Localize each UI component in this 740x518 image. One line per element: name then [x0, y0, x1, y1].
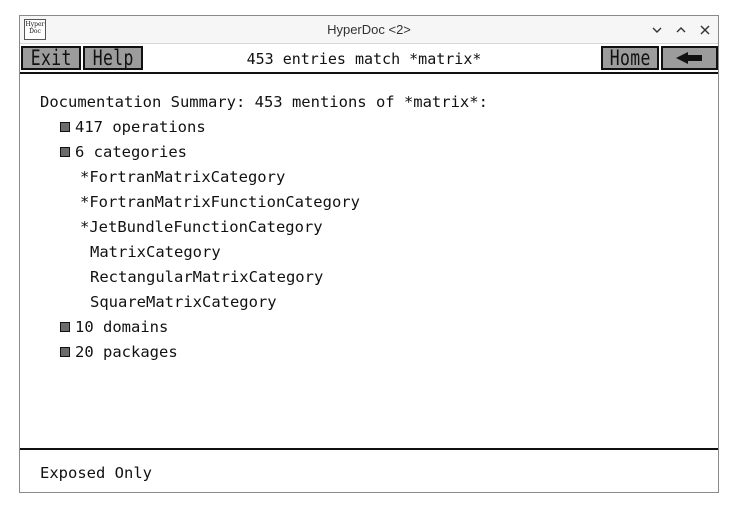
category-item[interactable]: *FortranMatrixFunctionCategory: [80, 192, 360, 212]
bullet-icon: [60, 347, 70, 357]
exposed-only-toggle[interactable]: Exposed Only: [40, 463, 152, 483]
category-item[interactable]: MatrixCategory: [90, 242, 221, 262]
categories-link[interactable]: 6 categories: [60, 142, 187, 162]
category-item[interactable]: SquareMatrixCategory: [90, 292, 277, 312]
operations-link[interactable]: 417 operations: [60, 117, 206, 137]
summary-content: Documentation Summary: 453 mentions of *…: [20, 74, 718, 448]
minimize-button[interactable]: [648, 21, 666, 39]
category-item[interactable]: *FortranMatrixCategory: [80, 167, 285, 187]
back-button[interactable]: [661, 46, 718, 70]
close-icon: [700, 25, 710, 35]
exit-button[interactable]: Exit: [21, 46, 81, 70]
bullet-icon: [60, 122, 70, 132]
domains-link[interactable]: 10 domains: [60, 317, 168, 337]
summary-heading: Documentation Summary: 453 mentions of *…: [40, 93, 488, 111]
category-item[interactable]: *JetBundleFunctionCategory: [80, 217, 323, 237]
operations-label: 417 operations: [75, 118, 206, 136]
categories-label: 6 categories: [75, 143, 187, 161]
chevron-up-icon: [676, 27, 686, 33]
home-label: Home: [609, 46, 651, 70]
close-button[interactable]: [696, 21, 714, 39]
help-label: Help: [92, 46, 134, 70]
hyperdoc-window: Hyper Doc HyperDoc <2> Exit Help 453 ent…: [19, 15, 719, 493]
page-header: 453 entries match *matrix*: [246, 50, 482, 68]
window-title: HyperDoc <2>: [327, 22, 411, 37]
back-arrow-icon: [675, 52, 702, 64]
title-bar: Hyper Doc HyperDoc <2>: [20, 16, 718, 44]
packages-link[interactable]: 20 packages: [60, 342, 178, 362]
exit-label: Exit: [30, 46, 72, 70]
bullet-icon: [60, 147, 70, 157]
toolbar: Exit Help 453 entries match *matrix* Hom…: [20, 44, 718, 74]
category-item[interactable]: RectangularMatrixCategory: [90, 267, 323, 287]
footer-bar: Exposed Only: [20, 448, 718, 492]
home-button[interactable]: Home: [601, 46, 659, 70]
help-button[interactable]: Help: [83, 46, 143, 70]
maximize-button[interactable]: [672, 21, 690, 39]
domains-label: 10 domains: [75, 318, 169, 336]
packages-label: 20 packages: [75, 343, 178, 361]
chevron-down-icon: [652, 27, 662, 33]
bullet-icon: [60, 322, 70, 332]
